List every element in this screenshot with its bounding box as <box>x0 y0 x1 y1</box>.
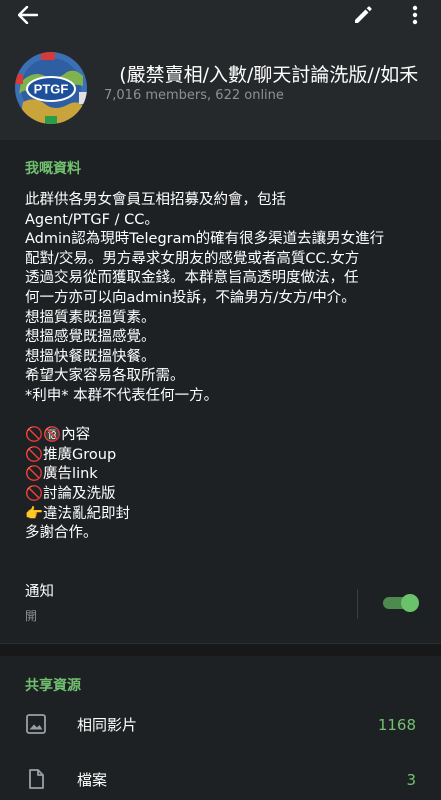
image-icon <box>26 714 46 734</box>
description-line: 此群供各男女會員互相招募及約會，包括 <box>25 192 286 208</box>
description-line: 想搵感覺既搵感覺。 <box>25 329 156 346</box>
description-line: 想搵快餐既搵快餐。 <box>25 348 156 365</box>
description-line: 透過交易從而獲取金錢。本群意旨高透明度做法，任 <box>25 270 359 287</box>
description-line: 🚫討論及洗版 <box>25 485 116 502</box>
description-text[interactable]: 此群供各男女會員互相招募及約會，包括 Agent/PTGF / CC。 Admin認… <box>25 191 430 544</box>
back-button[interactable] <box>13 0 43 30</box>
shared-media-count: 1168 <box>377 716 416 734</box>
group-avatar[interactable]: PTGF <box>15 52 87 124</box>
shared-files-label: 檔案 <box>77 771 108 789</box>
more-vertical-icon <box>412 5 418 25</box>
description-line: 想搵質素既搵質素。 <box>25 309 156 326</box>
notifications-divider <box>357 589 358 619</box>
description-line: 👉違法亂紀即封 <box>25 505 131 522</box>
notifications-status: 開 <box>25 609 38 623</box>
shared-files-row[interactable]: 檔案 3 <box>0 760 441 800</box>
group-name: (嚴禁賣相/入數/聊天討論洗版//如禾 <box>104 64 419 86</box>
shared-media-label: 相同影片 <box>77 716 138 734</box>
edit-button[interactable] <box>348 0 378 30</box>
shared-files-count: 3 <box>406 771 416 789</box>
description-line <box>25 407 430 427</box>
notifications-row[interactable]: 通知 開 <box>0 573 441 633</box>
notifications-label: 通知 <box>25 584 54 600</box>
description-line: Admin認為現時Telegram的確有很多渠道去讓男女進行 <box>25 231 385 248</box>
description-line: 🚫推廣Group <box>25 446 117 463</box>
description-card: 我嘅資料 此群供各男女會員互相招募及約會，包括 Agent/PTGF / CC。 A… <box>0 140 441 643</box>
top-bar <box>0 0 441 30</box>
avatar-text: PTGF <box>34 82 69 97</box>
description-line: 多謝合作。 <box>25 525 98 542</box>
description-line: 希望大家容易各取所需。 <box>25 368 185 385</box>
notifications-toggle[interactable] <box>383 594 419 612</box>
group-info-page: PTGF (嚴禁賣相/入數/聊天討論洗版//如禾 7,016 members,… <box>0 0 441 800</box>
shared-media-row[interactable]: 相同影片 1168 <box>0 705 441 745</box>
ptgf-logo: PTGF <box>15 52 87 124</box>
group-header: PTGF (嚴禁賣相/入數/聊天討論洗版//如禾 7,016 members,… <box>0 0 441 140</box>
file-icon <box>29 769 44 789</box>
shared-media-card: 共享資源 相同影片 1168 檔案 3 <box>0 656 441 800</box>
arrow-left-icon <box>18 6 38 24</box>
description-line: *利申* 本群不代表任何一方。 <box>25 387 219 404</box>
description-line: Agent/PTGF / CC。 <box>25 211 159 228</box>
description-line: 🚫🔞內容 <box>25 427 91 444</box>
description-line: 何一方亦可以向admin投訴，不論男方/女方/中介。 <box>25 289 356 306</box>
shared-media-title: 共享資源 <box>25 678 81 694</box>
pencil-icon <box>355 6 372 23</box>
description-line: 🚫廣告link <box>25 466 98 483</box>
more-options-button[interactable] <box>400 0 430 30</box>
group-member-stats: 7,016 members, 622 online <box>104 88 284 103</box>
description-title: 我嘅資料 <box>25 161 81 177</box>
description-line: 配對/交易。男方尋求女朋友的感覺或者高質CC.女方 <box>25 250 360 267</box>
toggle-thumb <box>401 594 419 612</box>
section-divider <box>0 643 441 644</box>
